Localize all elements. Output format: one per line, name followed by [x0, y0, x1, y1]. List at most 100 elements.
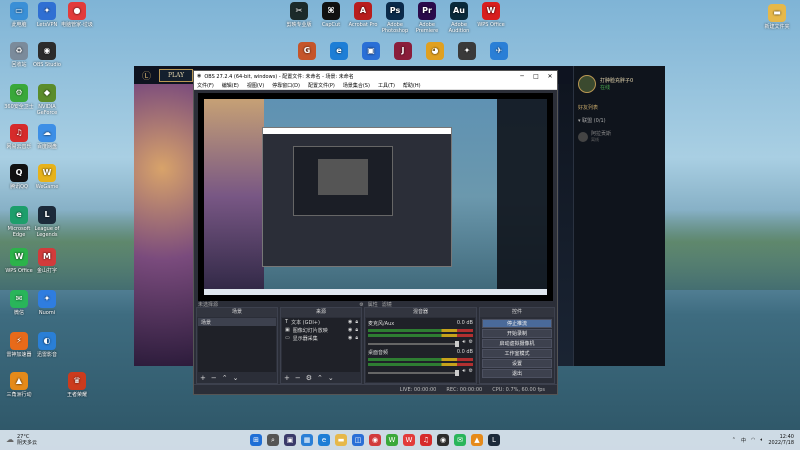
league-icon[interactable]: L	[488, 434, 500, 446]
edge-icon[interactable]: e	[318, 434, 330, 446]
obs-menu-item[interactable]: 配置文件(P)	[308, 82, 335, 89]
widgets-icon[interactable]: ▦	[301, 434, 313, 446]
control-button[interactable]: 工作室模式	[482, 349, 552, 358]
desktop-icon[interactable]: ♛ 王者荣耀	[60, 372, 94, 398]
desktop-icon[interactable]: W WeGame	[30, 164, 64, 190]
obs-menu-item[interactable]: 文件(F)	[197, 82, 214, 89]
desktop-icon[interactable]: G	[290, 42, 324, 62]
desktop-icon-folder[interactable]: ▬ 新建文件夹	[760, 4, 794, 30]
desktop-icon[interactable]: e	[322, 42, 356, 62]
desktop-icon[interactable]: ☁ 百度网盘	[30, 124, 64, 150]
desktop-icon[interactable]: A Acrobat Pro	[346, 2, 380, 28]
control-button[interactable]: 停止推流	[482, 319, 552, 328]
chevron-up-icon[interactable]: ⌃	[732, 437, 736, 443]
wifi-icon[interactable]: ◠	[751, 437, 755, 443]
volume-slider[interactable]	[368, 340, 460, 347]
scene-item[interactable]: 场景	[198, 318, 276, 326]
lock-icon[interactable]: 🔒︎	[355, 319, 358, 325]
obs-menu-item[interactable]: 停靠窗口(D)	[272, 82, 300, 89]
up-arrow-icon[interactable]: ⌃	[317, 374, 323, 382]
wps-icon[interactable]: W	[403, 434, 415, 446]
down-arrow-icon[interactable]: ⌄	[233, 374, 239, 382]
task-view-icon[interactable]: ▣	[284, 434, 296, 446]
maximize-icon[interactable]: □	[529, 73, 543, 80]
start-icon[interactable]: ⊞	[250, 434, 262, 446]
desktop-icon-label: NVIDIA GeForce	[36, 104, 58, 116]
desktop-icon[interactable]: Au Adobe Audition	[442, 2, 476, 34]
desktop-icon[interactable]: M 金山打字	[30, 248, 64, 274]
control-button[interactable]: 退出	[482, 369, 552, 378]
lock-icon[interactable]: 🔒︎	[355, 327, 358, 333]
store-icon[interactable]: ◫	[352, 434, 364, 446]
obs-menu-item[interactable]: 视图(V)	[247, 82, 264, 89]
obs-menu-item[interactable]: 工具(T)	[378, 82, 395, 89]
desktop-icon[interactable]: ✦ LetsVPN	[30, 2, 64, 28]
add-icon[interactable]: +	[200, 374, 206, 382]
source-item[interactable]: ▭ 显示器采集 ◉ 🔒︎	[282, 334, 360, 342]
search-icon[interactable]: ⌕	[267, 434, 279, 446]
game-icon[interactable]: ▲	[471, 434, 483, 446]
source-item[interactable]: T 文本 (GDI+) ◉ 🔒︎	[282, 318, 360, 326]
desktop-icon[interactable]: L League of Legends	[30, 206, 64, 238]
desktop-icon[interactable]: ✦ Nuomi	[30, 290, 64, 316]
clock[interactable]: 12:40 2022/7/18	[768, 434, 794, 446]
desktop-icon[interactable]: ⌘ CapCut	[314, 2, 348, 28]
friend-group[interactable]: ▾ 联盟 (0/1)	[574, 113, 665, 128]
wechat-icon[interactable]: W	[386, 434, 398, 446]
desktop-icon[interactable]: ✈	[482, 42, 516, 62]
obs-preview[interactable]	[198, 93, 553, 301]
desktop-icon[interactable]: ◕	[418, 42, 452, 62]
control-button[interactable]: 开始录制	[482, 329, 552, 338]
chrome-icon[interactable]: ◉	[369, 434, 381, 446]
desktop-icon[interactable]: J	[386, 42, 420, 62]
eye-icon[interactable]: ◉	[348, 335, 352, 341]
source-item[interactable]: ▣ 图像幻灯片放映 ◉ 🔒︎	[282, 326, 360, 334]
volume-icon[interactable]: 🔈︎	[760, 437, 763, 443]
desktop-icon[interactable]: ◆ NVIDIA GeForce	[30, 84, 64, 116]
message-icon[interactable]: ✉	[454, 434, 466, 446]
obs-window[interactable]: ◉ OBS 27.2.4 (64-bit, windows) - 配置文件: 未…	[193, 70, 558, 395]
desktop-icon[interactable]: ▲ 三角洲行动	[2, 372, 36, 398]
play-button[interactable]: PLAY	[159, 68, 194, 82]
desktop-icon[interactable]: W WPS Office	[474, 2, 508, 28]
gear-icon[interactable]: ⚙	[469, 368, 473, 374]
eye-icon[interactable]: ◉	[348, 327, 352, 333]
volume-slider-knob[interactable]	[455, 369, 460, 376]
speaker-icon[interactable]: 🔊︎	[462, 368, 465, 374]
remove-icon[interactable]: −	[211, 374, 217, 382]
obs-menu-item[interactable]: 帮助(H)	[403, 82, 421, 89]
desktop-icon[interactable]: ● 电脑管家-垃圾	[60, 2, 94, 28]
desktop-icon[interactable]: ✂ 剪映专业版	[282, 2, 316, 28]
desktop-icon[interactable]: ✦	[450, 42, 484, 62]
add-icon[interactable]: +	[284, 374, 290, 382]
desktop-icon[interactable]: Ps Adobe Photoshop	[378, 2, 412, 34]
up-arrow-icon[interactable]: ⌃	[222, 374, 228, 382]
obs-menu-item[interactable]: 编辑(E)	[222, 82, 239, 89]
desktop-icon[interactable]: ▣	[354, 42, 388, 62]
desktop-icon[interactable]: ◉ OBS Studio	[30, 42, 64, 68]
avatar[interactable]	[578, 75, 596, 93]
control-button[interactable]: 启动虚拟摄像机	[482, 339, 552, 348]
control-button[interactable]: 设置	[482, 359, 552, 368]
remove-icon[interactable]: −	[295, 374, 301, 382]
lock-icon[interactable]: 🔒︎	[355, 335, 358, 341]
minimize-icon[interactable]: ─	[515, 73, 529, 80]
weather-widget[interactable]: ☁ 27°C 阴天多云	[6, 434, 37, 446]
app-icon: ▲	[10, 372, 28, 390]
obs-menu-item[interactable]: 场景集合(S)	[343, 82, 370, 89]
volume-slider[interactable]	[368, 369, 460, 376]
volume-slider-knob[interactable]	[455, 340, 460, 347]
music-icon[interactable]: ♫	[420, 434, 432, 446]
close-icon[interactable]: ✕	[543, 73, 557, 80]
gear-icon[interactable]: ⚙	[469, 339, 473, 345]
down-arrow-icon[interactable]: ⌄	[328, 374, 334, 382]
eye-icon[interactable]: ◉	[348, 319, 352, 325]
obs-icon[interactable]: ◉	[437, 434, 449, 446]
speaker-icon[interactable]: 🔊︎	[462, 339, 465, 345]
desktop-icon[interactable]: ◐ 迅雷影音	[30, 332, 64, 358]
gear-icon[interactable]: ⚙	[306, 374, 312, 382]
desktop-icon[interactable]: Pr Adobe Premiere	[410, 2, 444, 34]
file-explorer-icon[interactable]: ▬	[335, 434, 347, 446]
tray-lang[interactable]: 中	[741, 437, 746, 444]
friend-row[interactable]: 阿拉贡斯 离线	[574, 128, 665, 145]
